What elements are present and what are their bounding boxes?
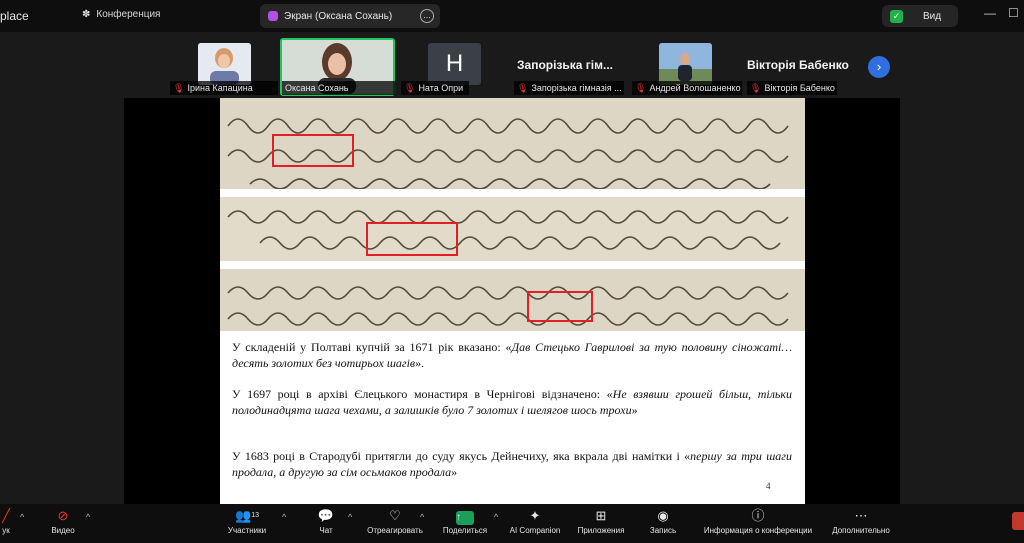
next-page-button[interactable]: › [868,56,890,78]
participant-video-5[interactable] [659,43,712,85]
paragraph-2: У 1697 році в архіві Єлецького монастиря… [232,387,792,417]
audio-label: ук [2,526,10,535]
more-icon: ⋯ [854,508,868,523]
paw-icon: ✽ [82,9,91,20]
meeting-info-button[interactable]: ⓘ Информация о конференции [697,506,819,535]
highlight-box [366,222,458,256]
mic-off-icon: 🎙 [404,82,416,93]
heart-icon: ♡ [389,508,401,523]
chevron-up-icon[interactable]: ^ [86,512,90,522]
mic-off-icon: 🎙 [635,82,647,93]
sparkle-icon: ✦ [529,508,541,523]
avatar [659,43,712,85]
participant-name-6: 🎙 Вікторія Бабенко [747,81,837,95]
chevron-up-icon[interactable]: ^ [20,512,24,522]
mic-off-icon: 🎙 [173,82,185,93]
chat-label: Чат [319,526,333,535]
view-label: Вид [923,10,942,22]
share-screen-icon [268,11,278,21]
ai-label: AI Companion [509,526,561,535]
mic-off-icon: ╱ [2,508,10,523]
share-screen-icon: ↑ [456,506,474,526]
participant-title-6[interactable]: Вікторія Бабенко [747,58,849,72]
maximize-button[interactable]: ☐ [1008,6,1019,20]
record-button[interactable]: ◉ Запись [646,506,680,535]
participant-name-5: 🎙 Андрей Волошаненко [632,81,742,95]
record-label: Запись [649,526,677,535]
page-number: 4 [766,481,771,491]
video-off-icon: ⊘ [57,508,69,523]
tab-screen-share[interactable]: Экран (Оксана Сохань) ... [260,4,440,28]
participant-avatar-letter[interactable]: H [428,43,481,85]
participants-label: Участники [227,526,267,535]
chevron-right-icon: › [876,59,882,74]
participants-icon: 👥13 [235,508,259,523]
more-options-icon[interactable]: ... [420,9,434,23]
record-icon: ◉ [657,508,669,523]
paragraph-3: У 1683 році в Стародубі притягли до суду… [232,449,792,479]
participant-name-4: 🎙 Запорізька гімназія ... [514,81,624,95]
participant-name-3: 🎙 Ната Опри [401,81,469,95]
meeting-toolbar: ╱ ук ^ ⊘ Видео ^ 👥13 Участники ^ 💬 Чат ^… [0,504,1024,543]
paragraph-1: У складеній у Полтаві купчій за 1671 рік… [232,340,792,370]
highlight-box [527,291,593,322]
title-bar: place ✽ Конференция Экран (Оксана Сохань… [0,0,1024,32]
share-label: Поделиться [442,526,488,535]
participant-video-1[interactable] [198,43,251,85]
end-button[interactable] [1012,512,1024,530]
manuscript-image-1 [220,98,805,189]
manuscript-image-2 [220,197,805,261]
participant-name-2: Оксана Сохань [282,81,395,95]
apps-button[interactable]: ⊞ Приложения [575,506,627,535]
react-label: Отреагировать [367,526,423,535]
chevron-up-icon[interactable]: ^ [348,512,352,522]
chat-button[interactable]: 💬 Чат [312,506,340,535]
avatar [198,43,251,85]
app-name: place [0,9,29,23]
info-icon: ⓘ [751,508,765,523]
ai-companion-button[interactable]: ✦ AI Companion [506,506,564,535]
view-button[interactable]: ✓ Вид [882,5,958,27]
share-button[interactable]: ↑ Поделиться [440,506,490,535]
mic-off-icon: 🎙 [517,82,529,93]
video-label: Видео [51,526,75,535]
apps-label: Приложения [577,526,625,535]
chat-icon: 💬 [317,508,335,523]
info-label: Информация о конференции [703,526,813,535]
react-button[interactable]: ♡ Отреагировать [362,506,428,535]
manuscript-image-3 [220,269,805,331]
mic-off-icon: 🎙 [750,82,762,93]
tab-conference-label: Конференция [96,9,161,20]
highlight-box [272,134,354,167]
participant-title-4[interactable]: Запорізька гім... [517,58,613,72]
chevron-up-icon[interactable]: ^ [420,512,424,522]
video-button[interactable]: ⊘ Видео [46,506,80,535]
presentation-slide: У складеній у Полтаві купчій за 1671 рік… [220,98,805,504]
apps-icon: ⊞ [595,508,607,523]
tab-conference[interactable]: ✽ Конференция [82,9,160,20]
minimize-button[interactable]: — [984,6,996,20]
more-button[interactable]: ⋯ Дополнительно [828,506,894,535]
tab-screen-label: Экран (Оксана Сохань) [284,10,393,22]
zoom-window: place ✽ Конференция Экран (Оксана Сохань… [0,0,1024,543]
chevron-up-icon[interactable]: ^ [282,512,286,522]
audio-button[interactable]: ╱ ук [0,506,12,535]
participant-name-1: 🎙 Ірина Капацина [170,81,278,95]
shield-icon: ✓ [890,9,903,23]
more-label: Дополнительно [832,526,890,535]
participants-button[interactable]: 👥13 Участники [222,506,272,535]
chevron-up-icon[interactable]: ^ [494,512,498,522]
